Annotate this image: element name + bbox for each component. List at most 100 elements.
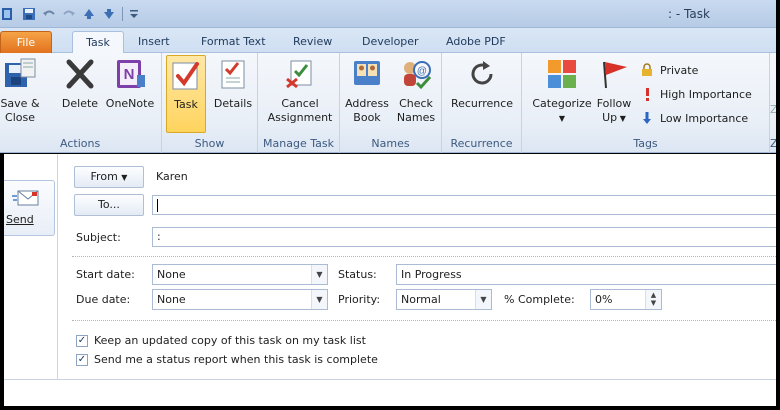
due-date-dropdown-icon[interactable]: ▼ [311,290,327,309]
tab-developer[interactable]: Developer [352,31,429,53]
screen-bezel-right [776,0,780,410]
to-button[interactable]: To... [74,194,144,216]
categorize-label: Categorize [532,97,592,110]
customize-qat-icon[interactable] [129,7,143,21]
keep-copy-check-icon: ✓ [76,334,88,347]
categorize-icon [548,60,576,88]
low-importance-icon [643,112,651,124]
start-date-label: Start date: [76,268,135,281]
from-dropdown-icon: ▼ [121,173,128,182]
cancel-assignment-icon [286,60,312,89]
save-close-icon [5,58,36,87]
save-close-label-line1: Save & [0,97,40,110]
group-show-label: Show [194,137,225,150]
flag-icon [603,61,627,89]
follow-up-button[interactable]: Follow Up ▼ [594,57,634,126]
spinner-arrows-icon[interactable]: ▲ ▼ [645,290,661,309]
group-manage-task: Cancel Assignment Manage Task [258,53,340,153]
details-button[interactable]: Details [212,57,254,111]
save-close-button[interactable]: Save & Close [0,57,40,125]
check-names-button[interactable]: @ Check Names [394,57,438,125]
text-cursor [157,198,158,212]
address-book-line1: Address [345,97,389,110]
recurrence-button[interactable]: Recurrence [448,57,516,111]
tab-task[interactable]: Task [72,31,124,54]
delete-button[interactable]: Delete [58,57,102,111]
from-value: Karen [156,170,188,183]
app-icon[interactable] [2,7,16,21]
percent-complete-spinner[interactable]: 0% ▲ ▼ [590,289,662,310]
start-date-picker[interactable]: None ▼ [152,264,328,285]
keep-copy-label: Keep an updated copy of this task on my … [94,334,366,347]
subject-label: Subject: [76,231,121,244]
task-view-button[interactable]: Task [166,55,206,133]
priority-dropdown-icon[interactable]: ▼ [475,290,491,309]
due-date-picker[interactable]: None ▼ [152,289,328,310]
group-names-label: Names [371,137,410,150]
from-button[interactable]: From ▼ [74,166,144,188]
to-field[interactable] [152,195,780,215]
start-date-dropdown-icon[interactable]: ▼ [311,265,327,284]
undo-icon[interactable] [42,7,56,21]
task-view-label: Task [174,98,198,111]
svg-text:N: N [124,66,135,83]
priority-select[interactable]: Normal ▼ [396,289,492,310]
status-label: Status: [338,268,377,281]
keep-copy-checkbox[interactable]: ✓ Keep an updated copy of this task on m… [76,334,366,347]
title-bar: : - Task [0,0,780,28]
group-actions-label: Actions [60,137,101,150]
low-importance-button[interactable]: Low Importance [640,109,748,127]
check-names-icon: @ [404,61,432,90]
high-importance-label: High Importance [660,87,752,101]
high-importance-button[interactable]: High Importance [640,85,752,103]
tab-adobe-pdf[interactable]: Adobe PDF [436,31,516,53]
send-strip: Send [0,154,58,379]
address-book-button[interactable]: Address Book [344,57,390,125]
check-names-line1: Check [399,97,433,110]
status-report-checkbox[interactable]: ✓ Send me a status report when this task… [76,353,378,366]
cancel-assignment-button[interactable]: Cancel Assignment [264,57,336,125]
due-date-label: Due date: [76,293,131,306]
group-recurrence-label: Recurrence [450,137,513,150]
categorize-dropdown-icon: ▼ [558,114,566,123]
delete-label: Delete [61,97,99,110]
from-button-label: From [90,170,118,183]
screen-bezel-left [0,154,4,410]
tab-insert[interactable]: Insert [128,31,180,53]
tab-review[interactable]: Review [283,31,342,53]
check-names-line2: Names [396,111,436,124]
group-actions: Save & Close Delete N OneNote Actions [0,53,162,153]
save-icon[interactable] [22,7,36,21]
group-recurrence: Recurrence Recurrence [442,53,522,153]
next-item-icon[interactable] [102,7,116,21]
status-select[interactable]: In Progress [396,264,780,285]
ribbon: Save & Close Delete N OneNote Actions Ta… [0,53,780,153]
ribbon-tabs: File Task Insert Format Text Review Deve… [0,28,780,54]
details-icon [221,60,245,89]
lock-icon [642,63,652,76]
categorize-button[interactable]: Categorize ▼ [530,57,594,126]
priority-label: Priority: [338,293,381,306]
follow-up-line1: Follow [596,97,632,110]
onenote-label: OneNote [105,97,155,110]
private-button[interactable]: Private [640,61,698,79]
previous-item-icon[interactable] [82,7,96,21]
redo-icon[interactable] [62,7,76,21]
high-importance-icon [646,88,649,101]
save-close-label-line2: Close [5,111,35,124]
onenote-button[interactable]: N OneNote [104,57,156,111]
qat-separator [122,7,123,21]
window-title: : - Task [668,7,710,21]
send-button[interactable]: Send [0,180,55,236]
status-value: In Progress [401,268,462,281]
tab-file[interactable]: File [0,31,52,53]
outlook-task-window: : - Task File Task Insert Format Text Re… [0,0,780,410]
status-report-label: Send me a status report when this task i… [94,353,378,366]
subject-field[interactable]: : [152,227,780,247]
screen-bezel-bottom [0,406,780,410]
task-check-icon [172,62,199,90]
tab-format-text[interactable]: Format Text [191,31,276,53]
group-manage-task-label: Manage Task [263,137,334,150]
send-envelope-icon [12,190,39,206]
group-names: Address Book @ Check Names Names [340,53,442,153]
